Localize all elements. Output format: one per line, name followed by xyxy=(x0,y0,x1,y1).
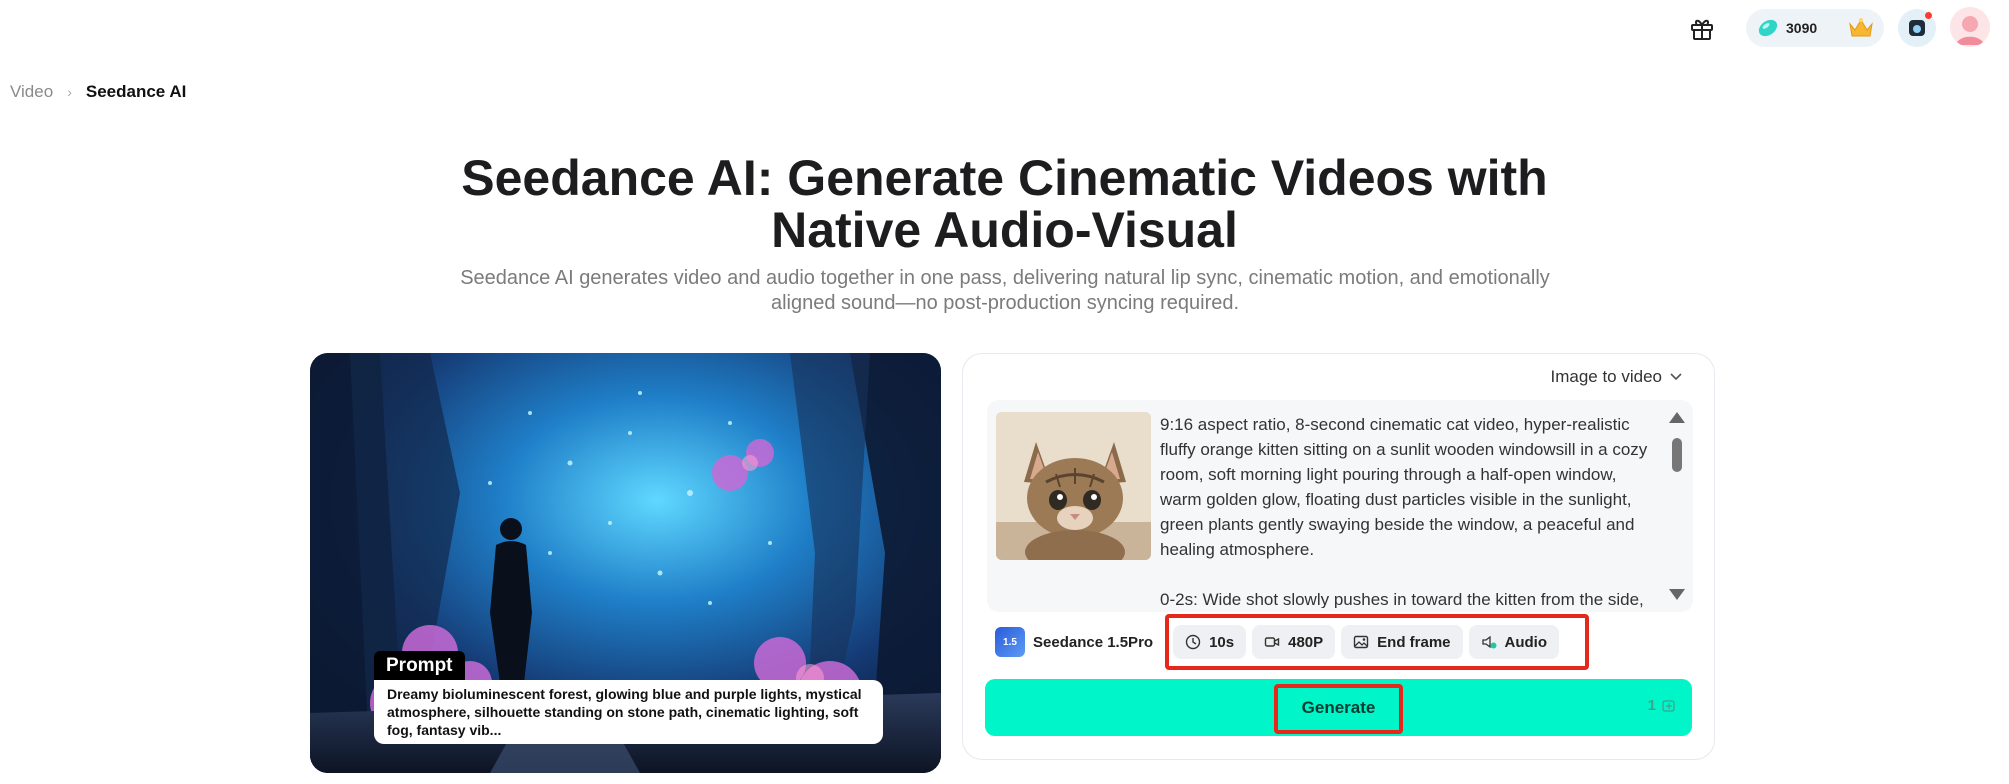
reference-image-thumbnail[interactable] xyxy=(996,412,1151,560)
generation-options: 10s 480P End frame Audio xyxy=(1165,614,1590,670)
model-selector[interactable]: 1.5 Seedance 1.5Pro xyxy=(995,625,1161,659)
page-subtitle: Seedance AI generates video and audio to… xyxy=(450,266,1560,316)
gift-icon[interactable] xyxy=(1688,14,1716,42)
generate-label-wrap: Generate xyxy=(1273,683,1404,734)
generate-highlight-box xyxy=(1273,683,1404,734)
prompt-scrollbar[interactable] xyxy=(1669,412,1685,600)
mode-select[interactable]: Image to video xyxy=(1550,367,1682,387)
options-row: 1.5 Seedance 1.5Pro 10s 480P End frame A… xyxy=(995,614,1590,670)
scroll-down-arrow-icon[interactable] xyxy=(1669,589,1685,600)
avatar[interactable] xyxy=(1950,7,1990,47)
clock-icon xyxy=(1185,634,1201,650)
audio-label: Audio xyxy=(1504,633,1548,651)
prompt-area[interactable]: 9:16 aspect ratio, 8-second cinematic ca… xyxy=(987,400,1693,612)
breadcrumb-video-link[interactable]: Video xyxy=(10,82,53,102)
credits-count: 3090 xyxy=(1786,20,1818,36)
audio-option[interactable]: Audio xyxy=(1468,625,1560,659)
scroll-up-arrow-icon[interactable] xyxy=(1669,412,1685,423)
credits-pill[interactable]: 3090 xyxy=(1746,9,1884,47)
notification-dot xyxy=(1925,12,1932,19)
page-subtitle-line1: Seedance AI generates video and audio to… xyxy=(460,267,1550,289)
resolution-value: 480P xyxy=(1288,633,1324,651)
generate-button[interactable]: Generate 1 xyxy=(985,679,1692,736)
generate-cost-value: 1 xyxy=(1647,697,1656,714)
breadcrumb-current: Seedance AI xyxy=(85,82,187,101)
prompt-paragraph-1: 9:16 aspect ratio, 8-second cinematic ca… xyxy=(1160,415,1648,559)
breadcrumb-separator: › xyxy=(67,84,72,100)
generator-panel: Image to video 9:16 aspect ratio, 8-seco… xyxy=(962,353,1715,760)
showcase-prompt-text: Dreamy bioluminescent forest, glowing bl… xyxy=(374,680,883,744)
crown-icon[interactable] xyxy=(1848,17,1874,39)
scroll-thumb[interactable] xyxy=(1672,438,1682,472)
generate-cost: 1 xyxy=(1648,697,1676,714)
resolution-option[interactable]: 480P xyxy=(1252,625,1336,659)
duration-option[interactable]: 10s xyxy=(1173,625,1247,659)
prompt-paragraph-2: 0-2s: Wide shot slowly pushes in toward … xyxy=(1160,590,1644,608)
page-title: Seedance AI: Generate Cinematic Videos w… xyxy=(0,152,2009,256)
example-showcase[interactable]: Prompt Dreamy bioluminescent forest, glo… xyxy=(310,353,941,773)
credits-gem-icon xyxy=(1756,16,1780,40)
prompt-tag: Prompt xyxy=(374,651,465,681)
tool-icon[interactable] xyxy=(1898,9,1936,47)
page-title-line2: Native Audio-Visual xyxy=(771,202,1238,258)
image-frame-icon xyxy=(1353,635,1369,649)
mode-select-label: Image to video xyxy=(1550,367,1662,386)
top-bar: 3090 xyxy=(0,0,2009,56)
end-frame-option[interactable]: End frame xyxy=(1341,625,1463,659)
prompt-textarea[interactable]: 9:16 aspect ratio, 8-second cinematic ca… xyxy=(1160,412,1655,608)
speaker-icon xyxy=(1481,635,1497,649)
page-title-line1: Seedance AI: Generate Cinematic Videos w… xyxy=(461,150,1548,206)
model-logo-icon: 1.5 xyxy=(995,627,1025,657)
breadcrumb: Video › Seedance AI xyxy=(10,82,186,102)
model-name: Seedance 1.5Pro xyxy=(1033,633,1154,651)
credit-cost-icon xyxy=(1662,699,1675,712)
end-frame-label: End frame xyxy=(1377,633,1451,651)
page-subtitle-line2: aligned sound—no post-production syncing… xyxy=(770,292,1240,314)
chevron-down-icon xyxy=(1670,373,1682,381)
video-camera-icon xyxy=(1264,637,1280,647)
kitten-image xyxy=(996,412,1151,560)
duration-value: 10s xyxy=(1209,633,1235,651)
